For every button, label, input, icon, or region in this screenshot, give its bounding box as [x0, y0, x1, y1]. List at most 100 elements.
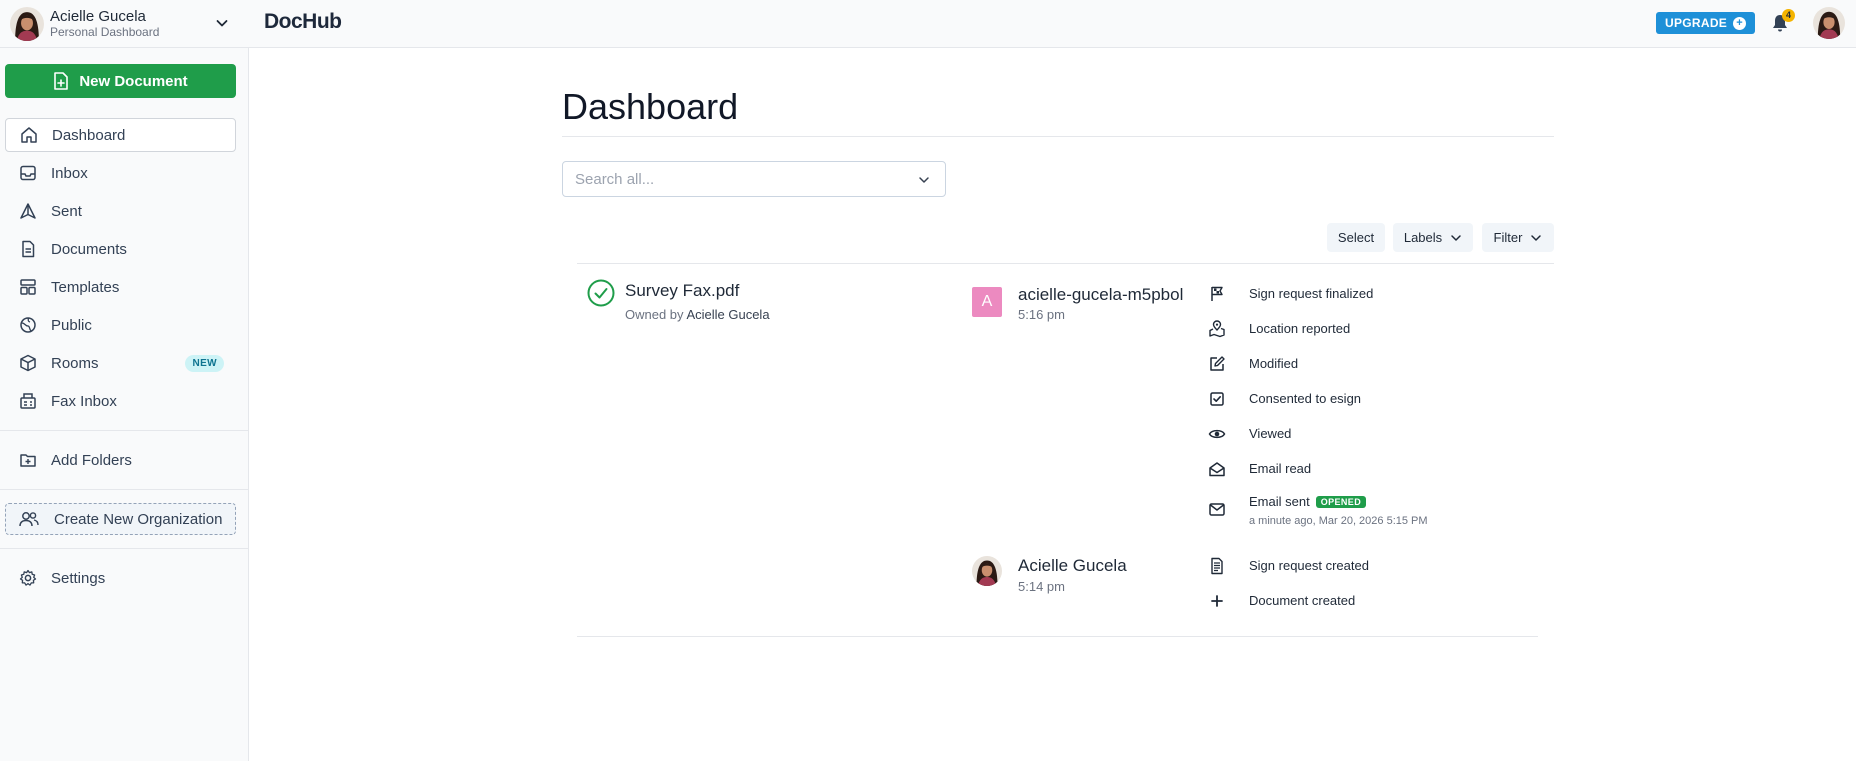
document-icon: [22, 240, 35, 258]
user-avatar[interactable]: [10, 7, 44, 41]
new-badge: NEW: [185, 355, 224, 372]
select-label: Select: [1337, 230, 1375, 245]
location-icon: [1209, 320, 1225, 338]
sidebar-divider: [0, 430, 249, 431]
sidebar-item-label: Sent: [51, 202, 82, 220]
sidebar-item-templates[interactable]: Templates: [5, 270, 236, 304]
event-label: Consented to esign: [1249, 391, 1362, 406]
actor-name: acielle-gucela-m5pbol: [1018, 285, 1184, 304]
templates-icon: [20, 279, 36, 295]
event-label: Email sent: [1249, 494, 1310, 509]
document-name[interactable]: Survey Fax.pdf: [625, 281, 739, 301]
sidebar-item-label: Settings: [51, 569, 106, 587]
sidebar: New Document Dashboard Inbox Sent Docume…: [0, 48, 249, 761]
top-bar: Acielle Gucela Personal Dashboard DocHub…: [0, 0, 1856, 48]
sidebar-item-label: Dashboard: [52, 126, 126, 144]
account-switcher[interactable]: Acielle Gucela Personal Dashboard: [50, 8, 159, 40]
list-bottom-divider: [577, 636, 1538, 637]
sidebar-item-sent[interactable]: Sent: [5, 194, 236, 228]
owner-name: Acielle Gucela: [686, 307, 770, 322]
select-button[interactable]: Select: [1327, 223, 1385, 252]
user-name: Acielle Gucela: [50, 8, 146, 25]
event-label: Viewed: [1249, 426, 1292, 441]
create-org-label: Create New Organization: [54, 510, 223, 528]
sidebar-item-label: Inbox: [51, 164, 88, 182]
fax-icon: [20, 393, 36, 409]
plus-icon: [1211, 595, 1223, 607]
search-box[interactable]: [562, 161, 946, 197]
activity-time: 5:14 pm: [1018, 579, 1065, 594]
chevron-down-icon[interactable]: [917, 173, 931, 187]
add-folders-button[interactable]: Add Folders: [5, 443, 236, 477]
labels-button[interactable]: Labels: [1393, 223, 1473, 252]
new-document-button[interactable]: New Document: [5, 64, 236, 98]
actor-name: Acielle Gucela: [1018, 556, 1127, 575]
sidebar-divider: [0, 489, 249, 490]
actor-avatar: [972, 556, 1002, 586]
gear-icon: [19, 569, 37, 586]
folder-plus-icon: [20, 454, 36, 467]
cube-icon: [20, 354, 36, 372]
sidebar-item-label: Public: [51, 316, 92, 334]
new-document-label: New Document: [79, 72, 188, 90]
list-top-divider: [577, 263, 1554, 264]
create-organization-button[interactable]: Create New Organization: [5, 503, 236, 535]
event-label-wrap: Email sent OPENED: [1249, 494, 1367, 509]
globe-icon: [20, 317, 36, 333]
chevron-down-icon[interactable]: [214, 15, 230, 31]
sidebar-item-documents[interactable]: Documents: [5, 232, 236, 266]
home-icon: [21, 127, 37, 143]
file-plus-icon: [54, 72, 69, 90]
send-icon: [20, 203, 36, 219]
chevron-down-icon: [1451, 234, 1461, 241]
flag-icon: [1211, 286, 1223, 301]
eye-icon: [1208, 429, 1226, 439]
sidebar-item-public[interactable]: Public: [5, 308, 236, 342]
labels-label: Labels: [1403, 230, 1443, 245]
add-folders-label: Add Folders: [51, 451, 132, 469]
chevron-down-icon: [1531, 234, 1542, 241]
sidebar-divider: [0, 548, 249, 549]
sidebar-item-label: Documents: [51, 240, 127, 258]
edit-icon: [1210, 356, 1225, 371]
inbox-icon: [20, 165, 36, 181]
event-label: Email read: [1249, 461, 1312, 476]
logo[interactable]: DocHub: [264, 10, 342, 34]
sidebar-item-label: Fax Inbox: [51, 392, 117, 410]
actor-initial-avatar: A: [972, 287, 1002, 317]
sidebar-item-dashboard[interactable]: Dashboard: [5, 118, 236, 152]
upgrade-button[interactable]: UPGRADE +: [1656, 12, 1756, 34]
file-text-icon: [1211, 557, 1223, 575]
checkbox-icon: [1210, 392, 1224, 406]
title-divider: [562, 136, 1554, 137]
upgrade-label: UPGRADE: [1665, 16, 1728, 30]
event-label: Location reported: [1249, 321, 1351, 336]
envelope-open-icon: [1209, 462, 1225, 477]
filter-button[interactable]: Filter: [1482, 223, 1554, 252]
filter-label: Filter: [1493, 230, 1523, 245]
sidebar-item-label: Templates: [51, 278, 120, 296]
event-timestamp: a minute ago, Mar 20, 2026 5:15 PM: [1249, 515, 1428, 527]
event-label: Document created: [1249, 593, 1356, 608]
envelope-icon: [1209, 503, 1225, 516]
search-input[interactable]: [575, 171, 905, 188]
notification-count-badge: 4: [1782, 9, 1795, 22]
event-label: Sign request created: [1249, 558, 1369, 573]
check-circle-icon: [587, 279, 615, 307]
owner-prefix: Owned by: [625, 307, 684, 322]
document-owner: Owned by Acielle Gucela: [625, 307, 770, 322]
activity-time: 5:16 pm: [1018, 307, 1065, 322]
sidebar-item-label: Rooms: [51, 354, 99, 372]
user-subtitle: Personal Dashboard: [50, 25, 160, 39]
sidebar-item-settings[interactable]: Settings: [5, 561, 236, 595]
plus-circle-icon: +: [1733, 16, 1747, 30]
event-label: Modified: [1249, 356, 1299, 371]
sidebar-item-inbox[interactable]: Inbox: [5, 156, 236, 190]
event-label: Sign request finalized: [1249, 286, 1374, 301]
page-title: Dashboard: [562, 86, 739, 127]
opened-badge: OPENED: [1315, 496, 1367, 508]
sidebar-item-rooms[interactable]: Rooms NEW: [5, 346, 236, 380]
profile-avatar[interactable]: [1813, 7, 1845, 39]
sidebar-item-fax-inbox[interactable]: Fax Inbox: [5, 384, 236, 418]
users-icon: [19, 512, 39, 527]
